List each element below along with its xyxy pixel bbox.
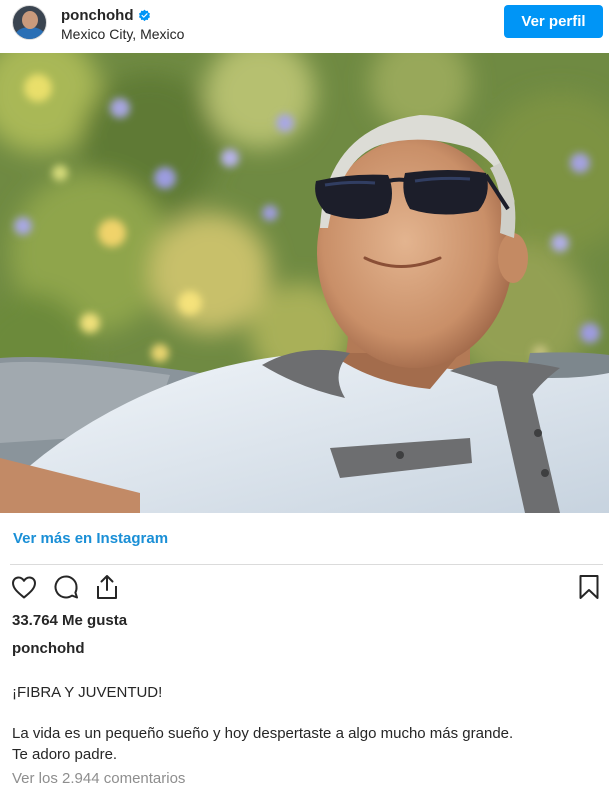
view-profile-button[interactable]: Ver perfil bbox=[504, 5, 603, 38]
view-more-instagram-link[interactable]: Ver más en Instagram bbox=[13, 530, 168, 547]
username[interactable]: ponchohd bbox=[61, 7, 133, 24]
comment-icon[interactable] bbox=[52, 573, 80, 601]
bookmark-icon[interactable] bbox=[575, 573, 603, 601]
verified-badge-icon bbox=[139, 9, 151, 21]
user-block: ponchohd Mexico City, Mexico bbox=[61, 5, 184, 43]
share-icon[interactable] bbox=[93, 573, 121, 601]
location[interactable]: Mexico City, Mexico bbox=[61, 26, 184, 42]
caption-username[interactable]: ponchohd bbox=[12, 640, 84, 657]
caption: ¡FIBRA Y JUVENTUD! La vida es un pequeño… bbox=[12, 682, 597, 765]
likes-count[interactable]: 33.764 Me gusta bbox=[12, 612, 127, 629]
post-header: ponchohd Mexico City, Mexico Ver perfil bbox=[0, 0, 609, 53]
caption-line: ¡FIBRA Y JUVENTUD! bbox=[12, 684, 163, 701]
post-photo[interactable] bbox=[0, 53, 609, 513]
heart-icon[interactable] bbox=[10, 573, 38, 601]
view-comments-link[interactable]: Ver los 2.944 comentarios bbox=[12, 770, 185, 787]
divider bbox=[10, 564, 603, 565]
caption-line: Te adoro padre. bbox=[12, 746, 118, 763]
caption-line: La vida es un pequeño sueño y hoy desper… bbox=[12, 725, 514, 742]
avatar[interactable] bbox=[12, 5, 47, 40]
